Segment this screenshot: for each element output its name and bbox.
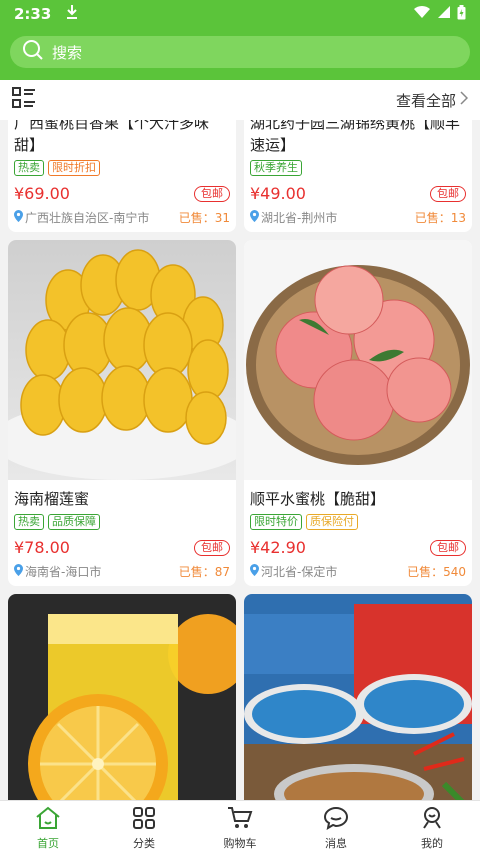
product-price: ¥69.00 [14,184,70,203]
location-pin-icon [14,564,23,579]
message-icon [323,806,349,835]
list-view-icon[interactable] [12,87,36,113]
product-tag: 品质保障 [48,514,100,530]
tab-messages[interactable]: 消息 [288,801,384,855]
cart-icon [227,806,253,835]
product-card[interactable]: 湖北药子园三湖锦绣黄桃【顺丰速运】 秋季养生 ¥49.00 包邮 湖北省-荆州市… [244,120,472,232]
product-sold-count: 已售：87 [178,565,230,579]
tab-home[interactable]: 首页 [0,801,96,855]
tab-category[interactable]: 分类 [96,801,192,855]
status-time: 2:33 [14,5,52,23]
view-all-label: 查看全部 [395,91,456,110]
product-sold-count: 已售：31 [178,211,230,225]
product-card[interactable]: 顺平水蜜桃【脆甜】 限时特价 质保险付 ¥42.90 包邮 河北省-保定市 已售… [244,240,472,586]
location-pin-icon [14,210,23,225]
tab-cart[interactable]: 购物车 [192,801,288,855]
free-shipping-badge: 包邮 [194,539,230,556]
product-card[interactable]: 广西蜜桃百香果【个大汁多味甜】 热卖 限时折扣 ¥69.00 包邮 广西壮族自治… [8,120,236,232]
tab-label: 分类 [133,836,155,850]
product-price: ¥78.00 [14,538,70,557]
status-bar: 2:33 [0,0,480,28]
search-bar-container: 搜索 [0,28,480,80]
product-location: 湖北省-荆州市 [261,211,338,225]
product-location: 海南省-海口市 [25,565,102,579]
grid-icon [132,806,156,835]
free-shipping-badge: 包邮 [194,185,230,202]
product-tag: 热卖 [14,514,44,530]
tab-label: 首页 [37,836,59,850]
view-all-link[interactable]: 查看全部 [395,90,469,111]
download-icon [65,4,79,24]
product-sold-count: 已售：13 [414,211,466,225]
product-name: 广西蜜桃百香果【个大汁多味甜】 [14,120,210,154]
signal-icon [437,5,451,23]
product-location: 河北省-保定市 [261,565,338,579]
bottom-tab-bar: 首页 分类 购物车 消息 我的 [0,800,480,855]
category-bar: 查看全部 [0,80,480,120]
tab-profile[interactable]: 我的 [384,801,480,855]
tab-label: 消息 [325,836,347,850]
free-shipping-badge: 包邮 [430,185,466,202]
profile-icon [420,806,444,835]
product-price: ¥42.90 [250,538,306,557]
product-image [244,240,472,480]
location-pin-icon [250,210,259,225]
product-name: 顺平水蜜桃【脆甜】 [250,490,386,508]
product-price: ¥49.00 [250,184,306,203]
product-tag: 限时折扣 [48,160,100,176]
product-tag: 热卖 [14,160,44,176]
product-image [8,240,236,480]
search-placeholder: 搜索 [52,43,83,62]
search-icon [22,39,52,65]
product-tag: 限时特价 [250,514,302,530]
product-location: 广西壮族自治区-南宁市 [25,211,150,225]
home-icon [35,806,61,835]
product-name: 海南榴莲蜜 [14,490,90,508]
location-pin-icon [250,564,259,579]
product-tag: 质保险付 [306,514,358,530]
product-card[interactable] [244,594,472,800]
free-shipping-badge: 包邮 [430,539,466,556]
tab-label: 我的 [421,836,443,850]
search-input[interactable]: 搜索 [10,36,470,68]
product-feed[interactable]: 广西蜜桃百香果【个大汁多味甜】 热卖 限时折扣 ¥69.00 包邮 广西壮族自治… [0,120,480,800]
product-card[interactable] [8,594,236,800]
product-image [244,594,472,800]
product-name: 湖北药子园三湖锦绣黄桃【顺丰速运】 [250,120,461,154]
chevron-right-icon [460,91,469,109]
product-tag: 秋季养生 [250,160,302,176]
battery-icon [457,4,466,24]
product-card[interactable]: 海南榴莲蜜 热卖 品质保障 ¥78.00 包邮 海南省-海口市 已售：87 [8,240,236,586]
product-image [8,594,236,800]
product-sold-count: 已售：540 [407,565,466,579]
tab-label: 购物车 [223,836,257,850]
wifi-icon [413,5,431,23]
